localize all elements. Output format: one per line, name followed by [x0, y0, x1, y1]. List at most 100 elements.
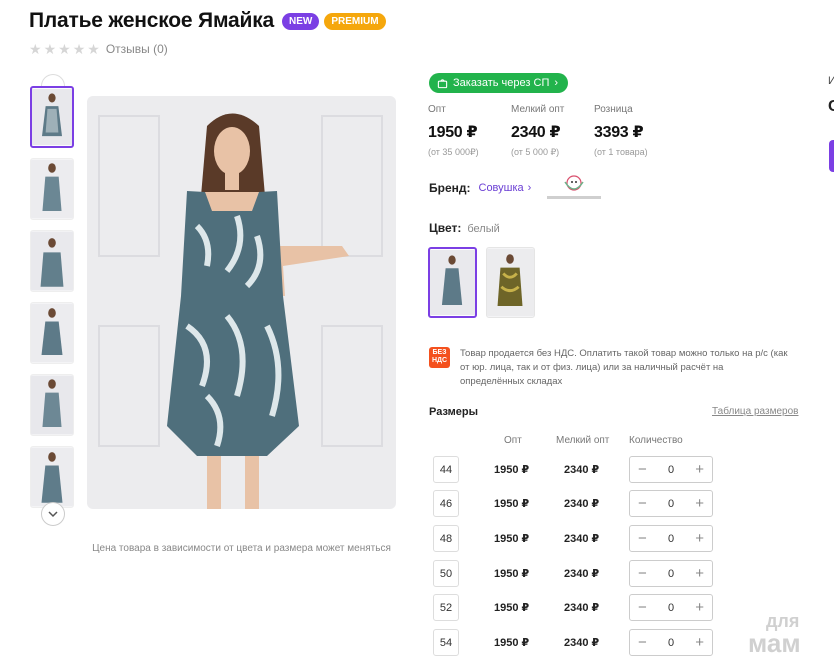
dress-photo-icon [87, 96, 396, 509]
price-tier-condition: (от 35 000₽) [428, 147, 479, 157]
quantity-stepper: − 0 + [629, 629, 713, 656]
minus-icon[interactable]: − [638, 496, 647, 511]
plus-icon[interactable]: + [695, 566, 704, 581]
rating-row: ★ ★ ★ ★ ★ Отзывы (0) [29, 42, 168, 56]
edge-value: С [828, 98, 834, 115]
plus-icon[interactable]: + [695, 635, 704, 650]
minus-icon[interactable]: − [638, 462, 647, 477]
dress-photo-icon [31, 231, 73, 291]
minus-icon[interactable]: − [638, 531, 647, 546]
size-label: 44 [433, 456, 459, 483]
price-tier-value: 2340 ₽ [511, 124, 561, 141]
watermark-line-2: мам [748, 628, 801, 658]
star-icon: ★ [29, 41, 42, 57]
quantity-value[interactable]: 0 [668, 498, 674, 510]
dress-photo-icon [32, 88, 72, 146]
quantity-stepper: − 0 + [629, 525, 713, 552]
quantity-value[interactable]: 0 [668, 533, 674, 545]
quantity-stepper: − 0 + [629, 456, 713, 483]
plus-icon[interactable]: + [695, 531, 704, 546]
color-row: Цвет: белый [429, 221, 500, 235]
size-row: 46 1950 ₽ 2340 ₽ − 0 + [433, 490, 713, 517]
main-product-image[interactable] [87, 96, 396, 509]
dress-photo-icon [31, 159, 73, 219]
thumbnail-1[interactable] [30, 86, 74, 148]
color-value: белый [467, 223, 500, 235]
quantity-stepper: − 0 + [629, 594, 713, 621]
price-tier-value: 3393 ₽ [594, 124, 644, 141]
dress-photo-icon [487, 248, 534, 317]
size-label: 52 [433, 594, 459, 621]
thumbnail-2[interactable] [30, 158, 74, 220]
header-opt: Опт [504, 435, 522, 446]
premium-badge: PREMIUM [324, 12, 386, 30]
new-badge: NEW [281, 12, 320, 30]
thumbnail-3[interactable] [30, 230, 74, 292]
order-button-label: Заказать через СП [453, 77, 550, 89]
size-price-small-opt: 2340 ₽ [564, 568, 600, 580]
size-row: 44 1950 ₽ 2340 ₽ − 0 + [433, 456, 713, 483]
brand-link[interactable]: Совушка [479, 182, 524, 194]
size-price-opt: 1950 ₽ [494, 533, 530, 545]
minus-icon[interactable]: − [638, 635, 647, 650]
plus-icon[interactable]: + [695, 600, 704, 615]
dress-photo-icon [430, 249, 475, 316]
color-swatch-white[interactable] [428, 247, 477, 318]
price-tier-small-opt: Мелкий опт 2340 ₽ (от 5 000 ₽) [511, 104, 593, 158]
plus-icon[interactable]: + [695, 496, 704, 511]
edge-button[interactable] [829, 140, 834, 172]
quantity-value[interactable]: 0 [668, 568, 674, 580]
minus-icon[interactable]: − [638, 600, 647, 615]
size-price-small-opt: 2340 ₽ [564, 637, 600, 649]
size-label: 48 [433, 525, 459, 552]
header-quantity: Количество [629, 435, 683, 446]
quantity-stepper: − 0 + [629, 490, 713, 517]
brand-label: Бренд: [429, 181, 471, 195]
quantity-value[interactable]: 0 [668, 464, 674, 476]
size-price-small-opt: 2340 ₽ [564, 464, 600, 476]
brand-row: Бренд: Совушка › [429, 174, 605, 202]
price-tier-value: 1950 ₽ [428, 124, 478, 141]
header-small-opt: Мелкий опт [556, 435, 610, 446]
size-price-opt: 1950 ₽ [494, 602, 530, 614]
price-tier-label: Розница [594, 104, 633, 115]
reviews-link[interactable]: Отзывы (0) [106, 42, 168, 56]
thumbs-scroll-down-button[interactable] [41, 502, 65, 526]
quantity-value[interactable]: 0 [668, 602, 674, 614]
size-row: 50 1950 ₽ 2340 ₽ − 0 + [433, 560, 713, 587]
size-row: 48 1950 ₽ 2340 ₽ − 0 + [433, 525, 713, 552]
edge-label: И [828, 75, 834, 87]
size-table-link[interactable]: Таблица размеров [712, 406, 798, 417]
size-price-small-opt: 2340 ₽ [564, 498, 600, 510]
plus-icon[interactable]: + [695, 462, 704, 477]
star-icon: ★ [87, 41, 100, 57]
size-price-small-opt: 2340 ₽ [564, 533, 600, 545]
price-tiers: Опт 1950 ₽ (от 35 000₽) Мелкий опт 2340 … [428, 104, 677, 158]
color-label: Цвет: [429, 221, 462, 235]
thumbnail-6[interactable] [30, 446, 74, 508]
brand-logo [543, 174, 605, 202]
size-price-small-opt: 2340 ₽ [564, 602, 600, 614]
size-price-opt: 1950 ₽ [494, 637, 530, 649]
thumbnail-4[interactable] [30, 302, 74, 364]
size-price-opt: 1950 ₽ [494, 464, 530, 476]
order-via-sp-button[interactable]: Заказать через СП › [429, 73, 569, 93]
star-icon: ★ [43, 41, 57, 57]
size-label: 50 [433, 560, 459, 587]
owl-logo-icon [547, 175, 602, 199]
star-icon: ★ [72, 41, 86, 57]
sizes-title: Размеры [429, 406, 479, 418]
size-price-opt: 1950 ₽ [494, 498, 530, 510]
dress-photo-icon [31, 447, 73, 507]
color-swatch-yellow[interactable] [486, 247, 535, 318]
quantity-value[interactable]: 0 [668, 637, 674, 649]
color-swatches [428, 247, 535, 318]
minus-icon[interactable]: − [638, 566, 647, 581]
no-vat-icon: БЕЗ НДС [429, 347, 450, 368]
chevron-right-icon: › [554, 77, 559, 89]
no-vat-notice: Товар продается без НДС. Оплатить такой … [460, 348, 788, 387]
size-row: 54 1950 ₽ 2340 ₽ − 0 + [433, 629, 713, 656]
price-tier-condition: (от 5 000 ₽) [511, 147, 560, 157]
product-title: Платье женское Ямайка [29, 9, 274, 32]
thumbnail-5[interactable] [30, 374, 74, 436]
